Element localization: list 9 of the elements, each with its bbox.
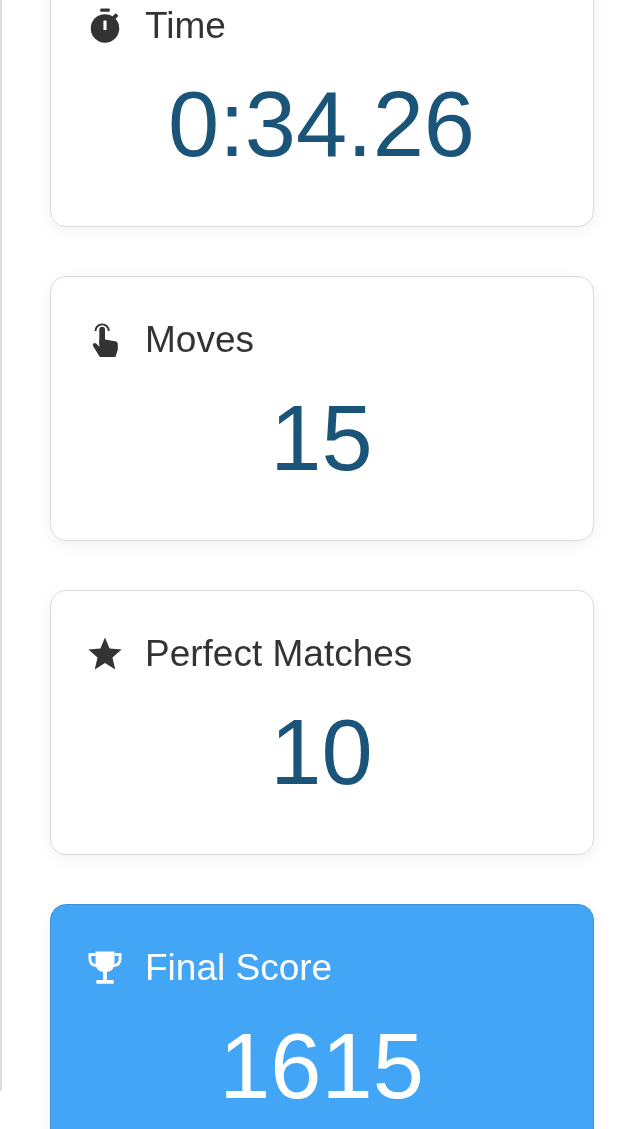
stat-value: 15	[270, 387, 373, 489]
stat-label: Perfect Matches	[145, 632, 413, 676]
stat-label: Moves	[145, 318, 254, 362]
trophy-icon	[86, 949, 124, 987]
stat-label: Time	[145, 4, 226, 48]
stat-value: 0:34.26	[168, 73, 475, 175]
stat-value: 10	[270, 701, 373, 803]
stat-label: Final Score	[145, 946, 333, 990]
stat-value: 1615	[219, 1015, 424, 1117]
